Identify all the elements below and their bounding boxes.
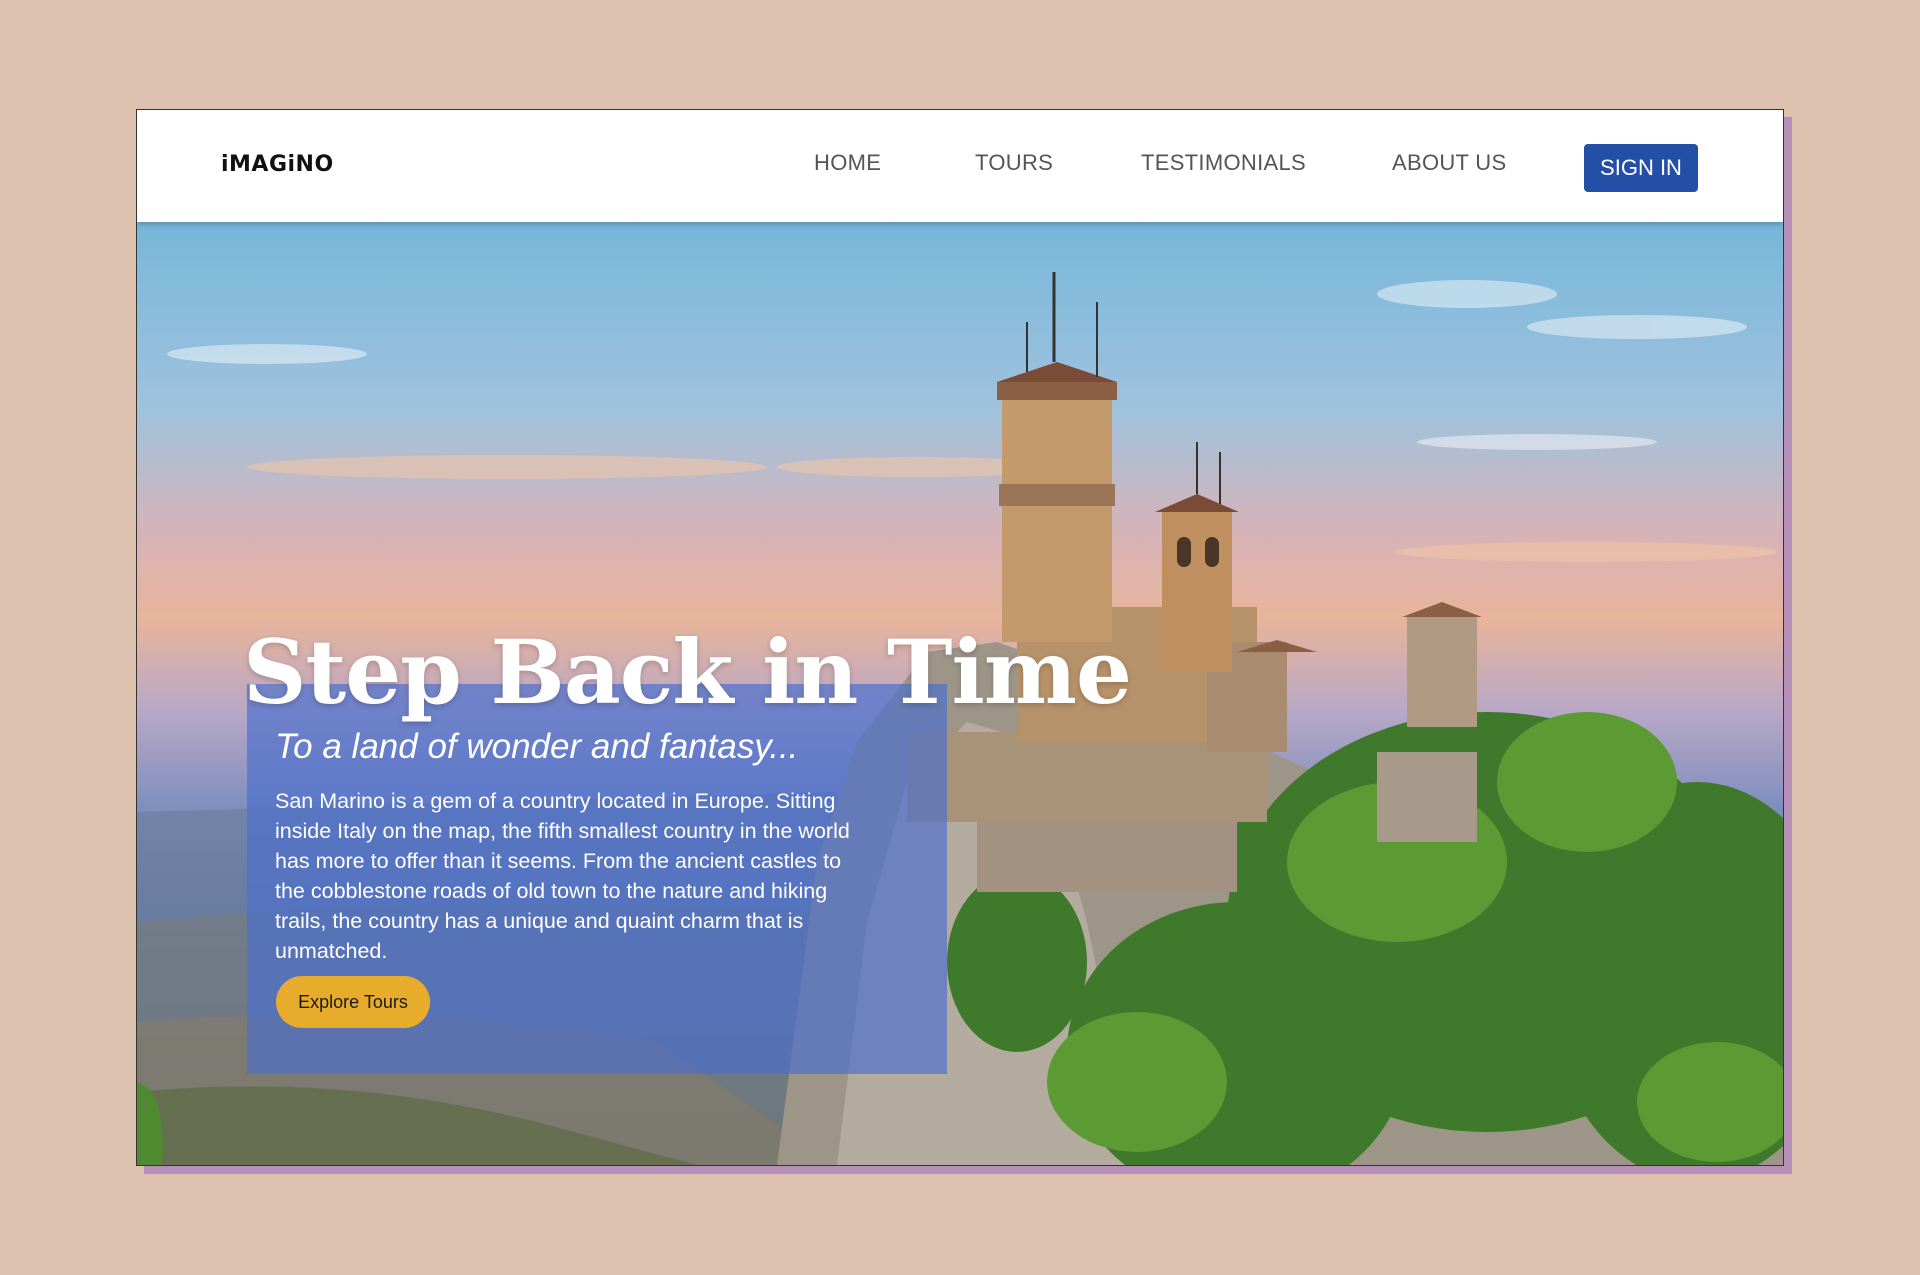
explore-tours-button[interactable]: Explore Tours (276, 976, 430, 1028)
sign-in-button[interactable]: SIGN IN (1584, 144, 1698, 192)
hero-section: Step Back in Time To a land of wonder an… (137, 222, 1783, 1165)
nav-links: HOME TOURS TESTIMONIALS ABOUT US (137, 110, 1783, 222)
browser-frame: iMAGiNO HOME TOURS TESTIMONIALS ABOUT US… (136, 109, 1784, 1166)
nav-tours[interactable]: TOURS (975, 150, 1053, 176)
hero-subtitle: To a land of wonder and fantasy... (275, 727, 799, 766)
hero-description: San Marino is a gem of a country located… (275, 789, 850, 963)
nav-about-us[interactable]: ABOUT US (1392, 150, 1506, 176)
top-nav: iMAGiNO HOME TOURS TESTIMONIALS ABOUT US… (137, 110, 1783, 222)
hero-title: Step Back in Time (243, 620, 1132, 724)
nav-testimonials[interactable]: TESTIMONIALS (1141, 150, 1306, 176)
nav-home[interactable]: HOME (814, 150, 881, 176)
